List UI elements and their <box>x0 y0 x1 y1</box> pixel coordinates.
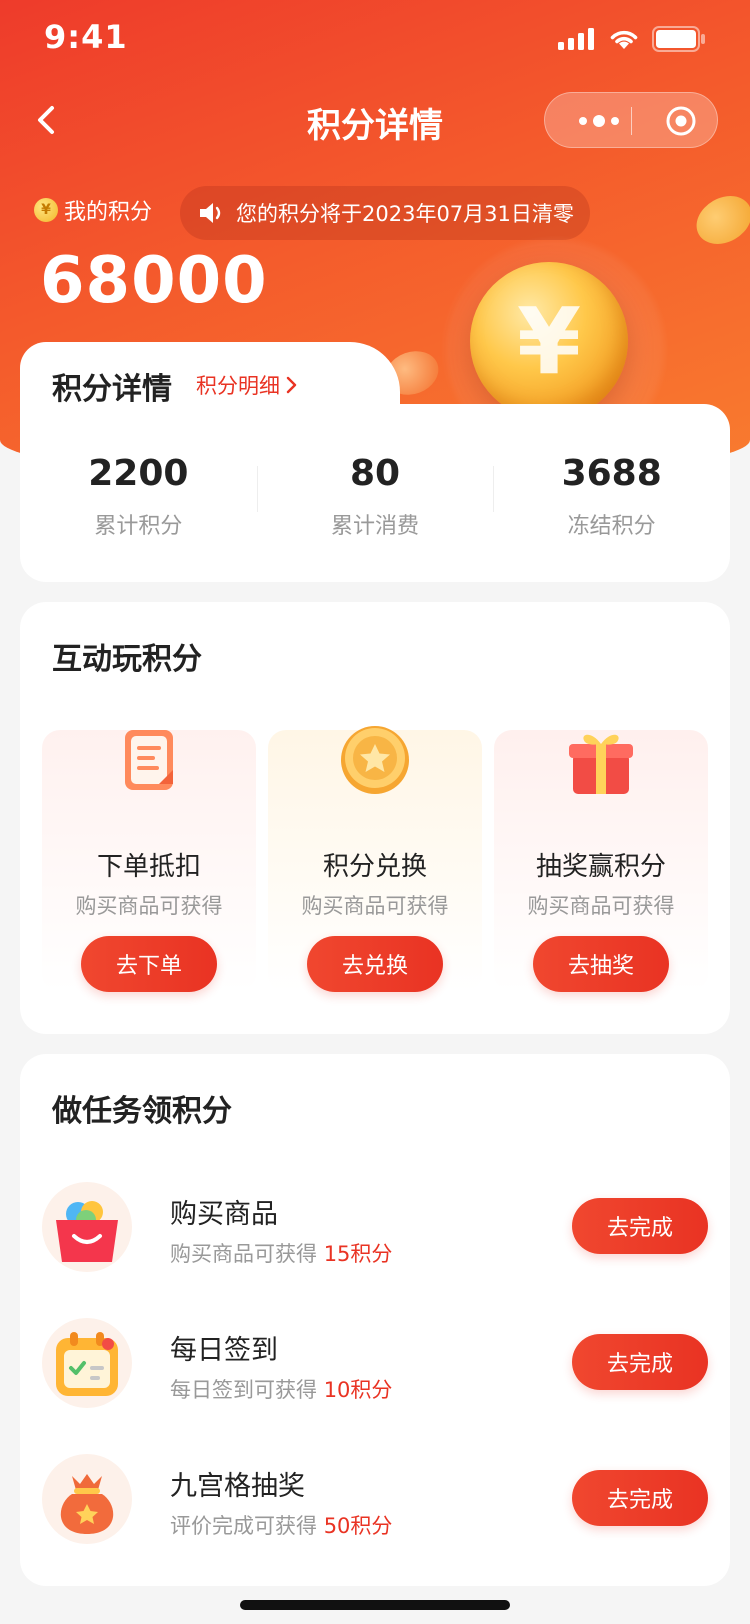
task-item-checkin: 每日签到 每日签到可获得 10积分 去完成 <box>42 1318 708 1414</box>
points-detail-link-label: 积分明细 <box>196 374 280 398</box>
go-order-button[interactable]: 去下单 <box>81 936 217 992</box>
task-icon-wrap <box>42 1318 132 1408</box>
lucky-bag-icon <box>60 1474 114 1534</box>
points-balance: 68000 <box>40 244 268 318</box>
stat-total-earned: 2200 累计积分 <box>20 452 257 540</box>
stat-value: 2200 <box>88 453 189 494</box>
tile-points-exchange: 积分兑换 购买商品可获得 去兑换 <box>268 726 482 992</box>
task-title: 九宫格抽奖 <box>170 1471 305 1502</box>
tile-description: 购买商品可获得 <box>75 894 223 918</box>
tile-title: 抽奖赢积分 <box>535 852 666 882</box>
stat-label: 累计消费 <box>331 514 420 539</box>
tasks-card: 做任务领积分 购买商品 购买商品可获得 15积分 去完成 每日签到 每日签到可获… <box>20 1054 730 1586</box>
expiry-notice-text: 您的积分将于2023年07月31日清零 <box>236 202 574 226</box>
expiry-notice: 您的积分将于2023年07月31日清零 <box>180 186 590 240</box>
task-reward: 10积分 <box>323 1378 393 1402</box>
wifi-icon <box>610 30 638 49</box>
summary-title: 积分详情 <box>52 372 172 407</box>
task-title: 每日签到 <box>170 1335 278 1366</box>
speaker-icon <box>200 203 221 223</box>
task-description: 购买商品可获得 15积分 <box>170 1238 392 1268</box>
tile-order-deduction: 下单抵扣 购买商品可获得 去下单 <box>42 730 256 992</box>
calendar-icon <box>56 1332 118 1396</box>
go-exchange-button[interactable]: 去兑换 <box>307 936 443 992</box>
stat-frozen: 3688 冻结积分 <box>493 452 730 540</box>
my-points-text: 我的积分 <box>64 200 153 225</box>
battery-icon <box>652 26 705 52</box>
more-icon[interactable] <box>573 107 633 135</box>
points-summary-card: 积分详情 积分明细 2200 累计积分 80 累计消费 3688 冻结积分 <box>20 342 730 582</box>
stat-value: 3688 <box>561 453 662 494</box>
tasks-section-title: 做任务领积分 <box>52 1094 232 1129</box>
task-description-text: 购买商品可获得 <box>170 1242 324 1266</box>
status-bar: 9:41 <box>0 0 750 88</box>
points-stats: 2200 累计积分 80 累计消费 3688 冻结积分 <box>20 452 730 540</box>
close-miniprogram-icon[interactable] <box>665 105 697 137</box>
home-indicator <box>240 1600 510 1610</box>
task-description-text: 评价完成可获得 <box>170 1514 324 1538</box>
chevron-right-icon <box>286 376 297 394</box>
shopping-bag-icon <box>56 1201 118 1262</box>
signal-icon <box>558 28 594 50</box>
task-icon-wrap <box>42 1454 132 1544</box>
go-lottery-button[interactable]: 去抽奖 <box>533 936 669 992</box>
gift-box-icon <box>569 734 633 794</box>
interactive-points-card: 互动玩积分 下单抵扣 购买商品可获得 去下单 积分兑换 购买商品可获得 去兑换 … <box>20 602 730 1034</box>
task-item-lottery: 九宫格抽奖 评价完成可获得 50积分 去完成 <box>42 1454 708 1550</box>
coin-icon: ¥ <box>34 198 58 222</box>
task-reward: 15积分 <box>323 1242 393 1266</box>
tile-title: 积分兑换 <box>322 852 427 882</box>
task-title: 购买商品 <box>170 1199 278 1230</box>
task-complete-button[interactable]: 去完成 <box>572 1198 708 1254</box>
clipboard-icon <box>125 730 173 790</box>
task-icon-wrap <box>42 1182 132 1272</box>
task-complete-button[interactable]: 去完成 <box>572 1470 708 1526</box>
interactive-tiles: 下单抵扣 购买商品可获得 去下单 积分兑换 购买商品可获得 去兑换 抽奖赢积分 … <box>42 726 708 992</box>
task-description: 评价完成可获得 50积分 <box>170 1510 392 1540</box>
interactive-section-title: 互动玩积分 <box>52 642 202 677</box>
stat-label: 冻结积分 <box>567 514 656 539</box>
miniprogram-capsule <box>544 92 718 148</box>
my-points-label: ¥ 我的积分 <box>34 194 152 226</box>
tile-description: 购买商品可获得 <box>527 894 675 918</box>
capsule-divider <box>631 107 632 135</box>
stat-total-spent: 80 累计消费 <box>256 452 494 540</box>
task-description-text: 每日签到可获得 <box>170 1378 324 1402</box>
stat-label: 累计积分 <box>94 514 183 539</box>
tile-description: 购买商品可获得 <box>301 894 449 918</box>
task-item-purchase: 购买商品 购买商品可获得 15积分 去完成 <box>42 1182 708 1278</box>
star-coin-icon <box>341 726 409 794</box>
tile-title: 下单抵扣 <box>96 852 201 882</box>
stat-value: 80 <box>349 453 401 494</box>
status-time: 9:41 <box>44 18 128 56</box>
nav-bar: 积分详情 <box>0 88 750 152</box>
status-icons <box>558 26 706 52</box>
points-detail-link[interactable]: 积分明细 <box>196 370 298 400</box>
task-description: 每日签到可获得 10积分 <box>170 1374 392 1404</box>
tile-lottery: 抽奖赢积分 购买商品可获得 去抽奖 <box>494 730 708 992</box>
task-complete-button[interactable]: 去完成 <box>572 1334 708 1390</box>
task-reward: 50积分 <box>323 1514 393 1538</box>
